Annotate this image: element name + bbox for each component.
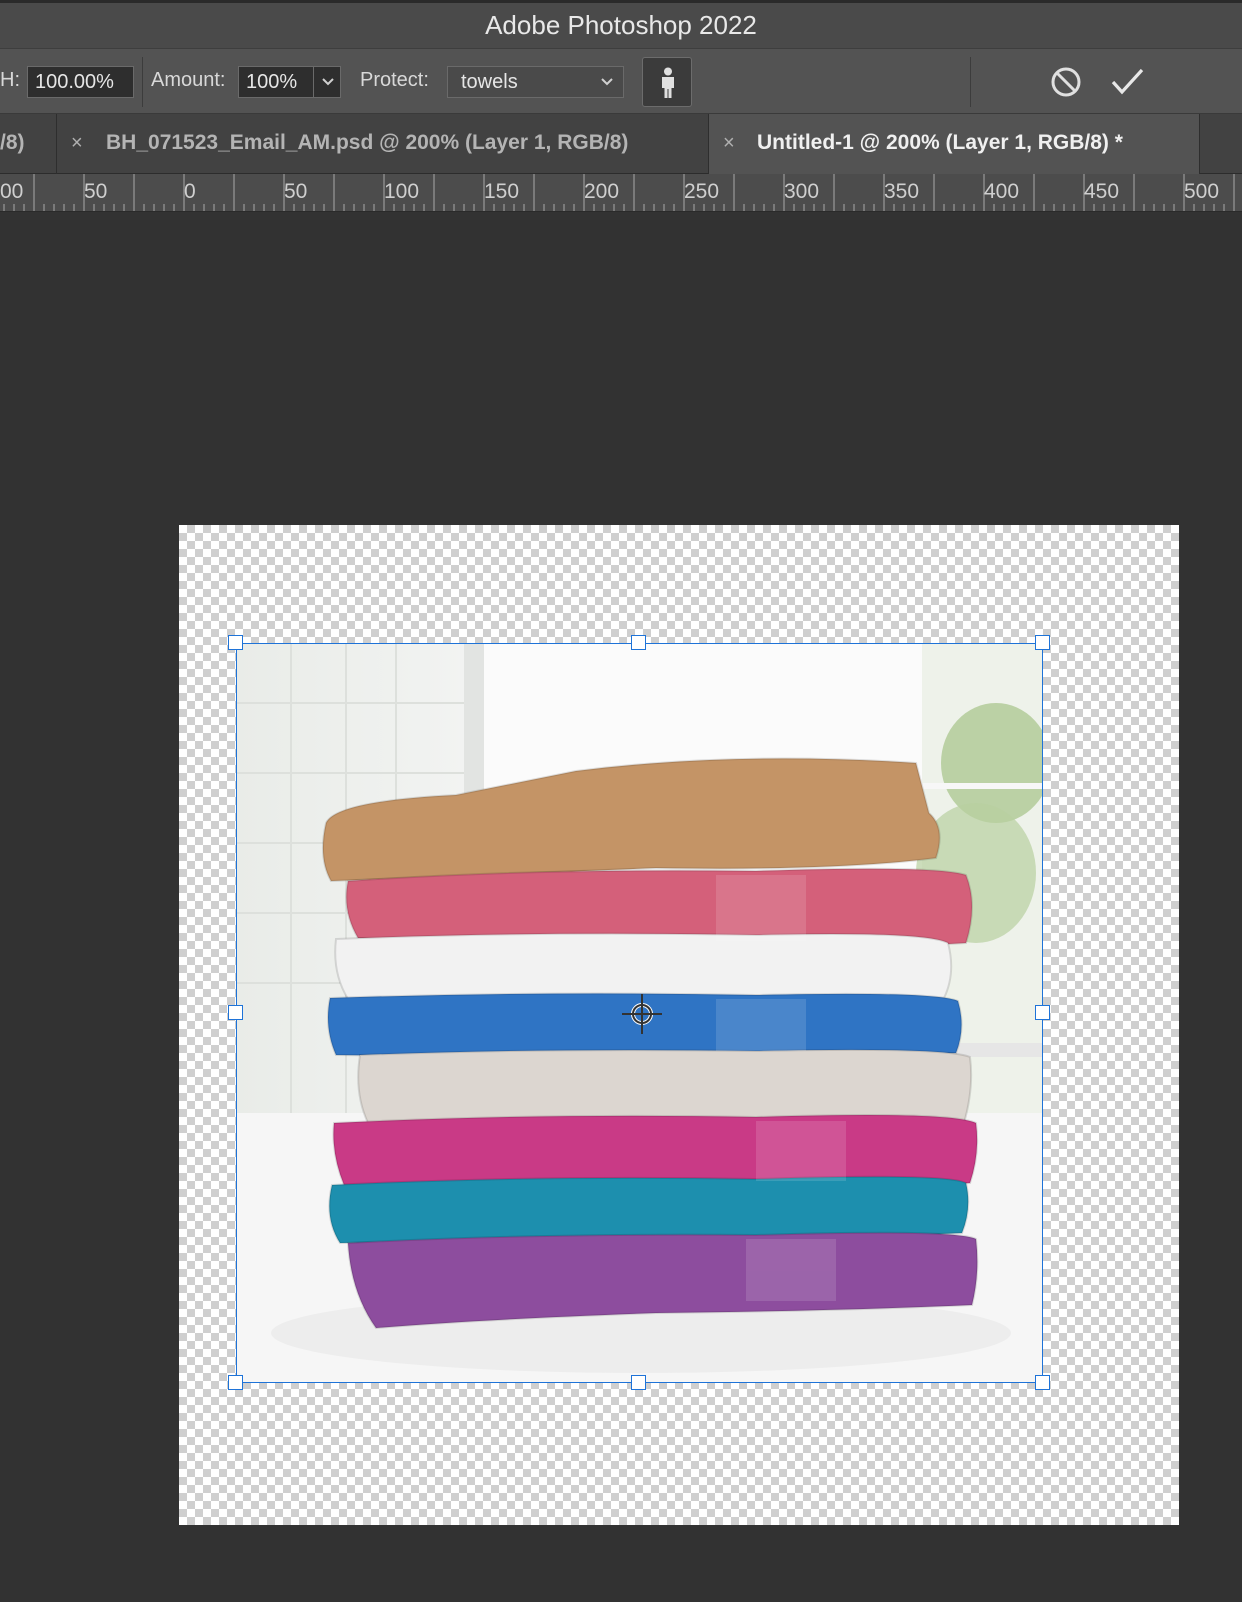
tab-label: BH_071523_Email_AM.psd @ 200% (Layer 1, … (106, 131, 629, 154)
close-icon[interactable]: × (71, 114, 83, 172)
divider (142, 57, 143, 107)
towel-stack (321, 757, 979, 1330)
chevron-down-icon (322, 78, 334, 86)
ruler-label: 500 (1184, 180, 1220, 203)
tab-label: Untitled-1 @ 200% (Layer 1, RGB/8) * (757, 131, 1123, 154)
ruler-label: 450 (1084, 180, 1120, 203)
protect-value: towels (461, 71, 518, 93)
divider (970, 57, 971, 107)
window-title: Adobe Photoshop 2022 (485, 10, 757, 40)
ruler-label: 250 (684, 180, 720, 203)
close-icon[interactable]: × (723, 114, 735, 172)
options-bar: H: 100.00% Amount: 100% Protect: towels (0, 48, 1242, 114)
photoshop-window: Adobe Photoshop 2022 H: 100.00% Amount: … (0, 0, 1242, 1602)
person-icon (662, 67, 674, 98)
ruler-label: 200 (584, 180, 620, 203)
ruler-label: 350 (884, 180, 920, 203)
protect-skin-tones-button[interactable] (642, 57, 692, 107)
transform-handle-top-left[interactable] (228, 635, 243, 650)
transform-handle-bottom[interactable] (631, 1375, 646, 1390)
protect-dropdown[interactable]: towels (447, 66, 624, 98)
cancel-icon[interactable] (1048, 64, 1084, 100)
transform-handle-top[interactable] (631, 635, 646, 650)
ruler-label: 150 (484, 180, 520, 203)
amount-value: 100% (246, 71, 298, 93)
ruler-label: 400 (984, 180, 1020, 203)
amount-dropdown-button[interactable] (313, 67, 341, 97)
checkmark-icon[interactable] (1108, 64, 1148, 100)
document-tabs: /8) × BH_071523_Email_AM.psd @ 200% (Lay… (0, 114, 1242, 174)
transform-handle-right[interactable] (1035, 1005, 1050, 1020)
reference-point-crosshair-icon[interactable] (620, 992, 664, 1036)
height-field[interactable]: 100.00% (27, 66, 134, 98)
ruler-label: 100 (384, 180, 420, 203)
transform-handle-bottom-left[interactable] (228, 1375, 243, 1390)
protect-label: Protect: (360, 69, 429, 91)
tab-bh-email[interactable]: × BH_071523_Email_AM.psd @ 200% (Layer 1… (57, 114, 709, 174)
horizontal-ruler: 00 50 0 50 100 150 200 250 300 350 400 4… (0, 174, 1242, 212)
tab-partial[interactable]: /8) (0, 114, 57, 174)
height-label: H: (0, 69, 20, 91)
amount-label: Amount: (151, 69, 226, 91)
ruler-label: 300 (784, 180, 820, 203)
ruler-label: 50 (284, 180, 308, 203)
tab-untitled-1[interactable]: × Untitled-1 @ 200% (Layer 1, RGB/8) * (709, 114, 1200, 174)
transform-handle-bottom-right[interactable] (1035, 1375, 1050, 1390)
ruler-label: 50 (84, 180, 108, 203)
title-bar: Adobe Photoshop 2022 (0, 0, 1242, 48)
ruler-label: 0 (184, 180, 196, 203)
transform-handle-left[interactable] (228, 1005, 243, 1020)
chevron-down-icon (601, 78, 613, 86)
tab-label: /8) (0, 131, 25, 154)
ruler-label: 00 (0, 180, 24, 203)
transform-handle-top-right[interactable] (1035, 635, 1050, 650)
